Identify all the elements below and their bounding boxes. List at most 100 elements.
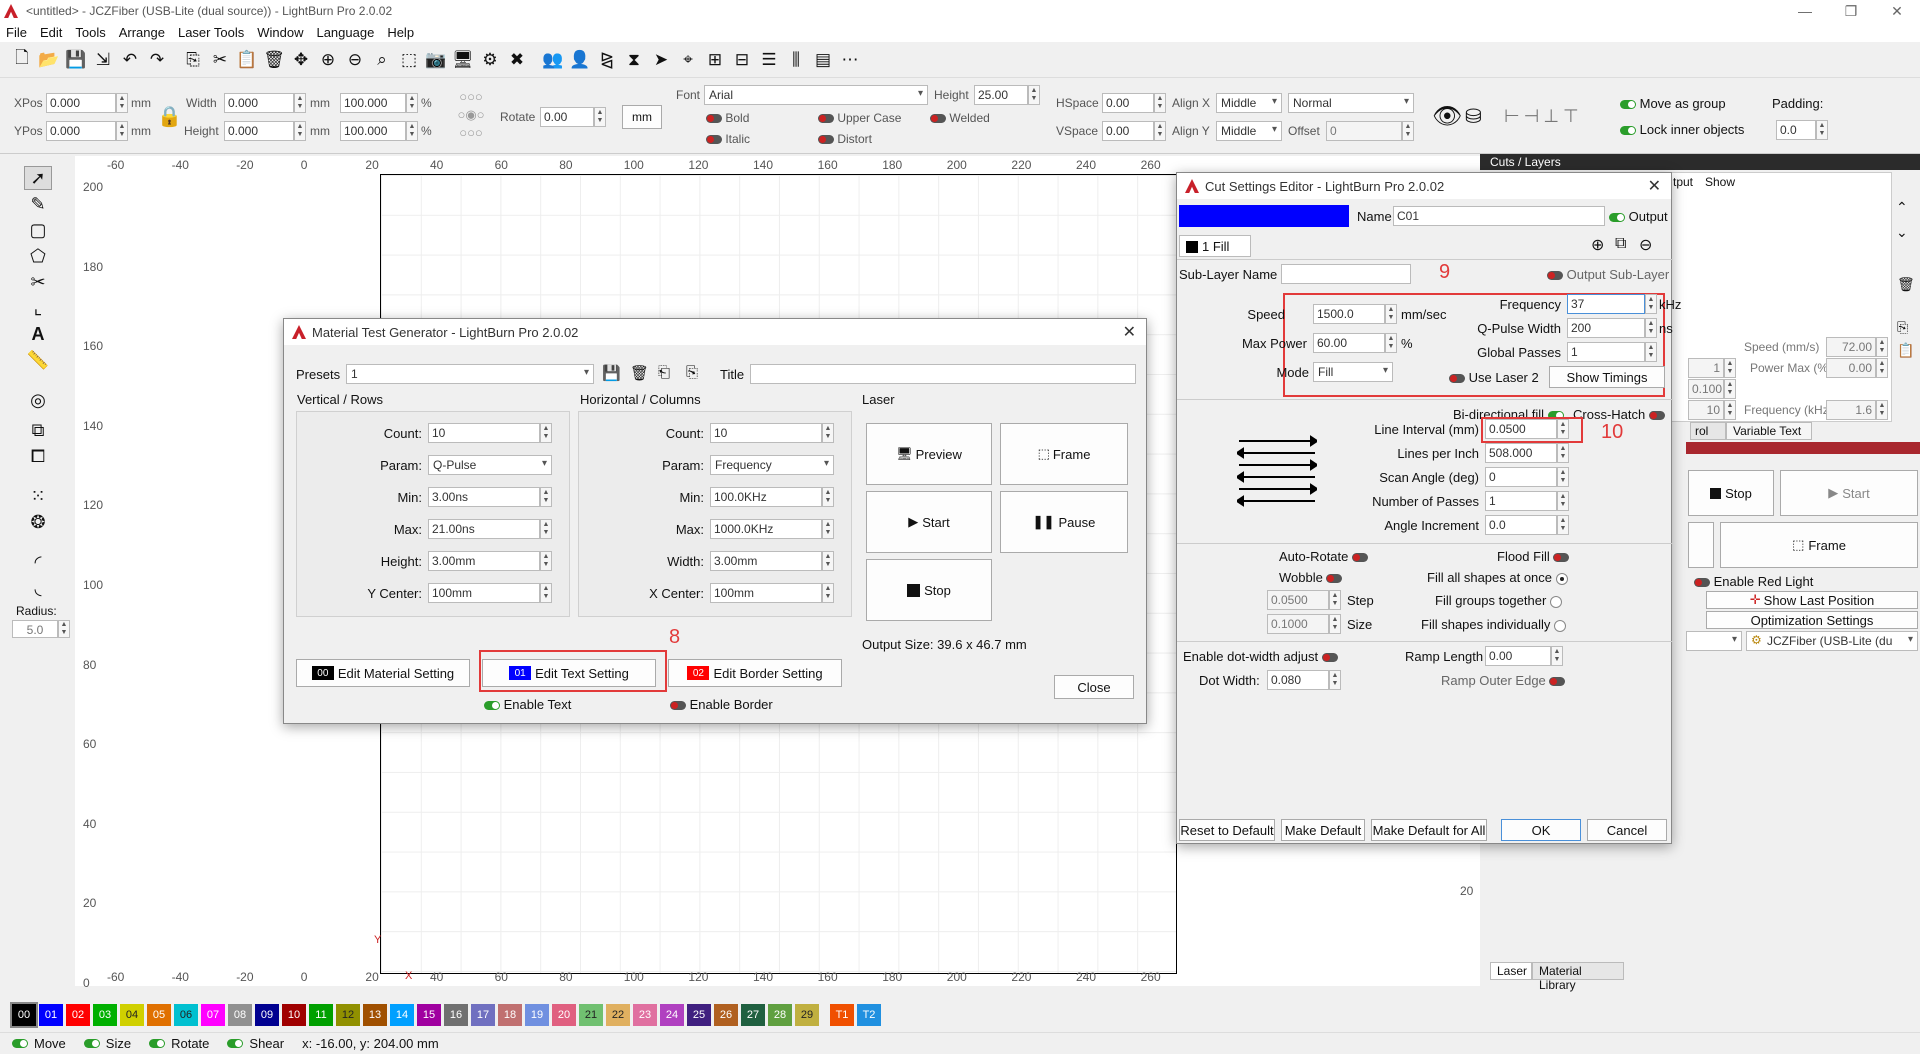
width-percent-input[interactable]: 100.000 xyxy=(340,93,406,113)
fill-all-shapes-radio[interactable]: Fill all shapes at once xyxy=(1427,570,1568,585)
palette-swatch-07[interactable]: 07 xyxy=(201,1004,225,1026)
anchor-grid-icon[interactable]: ○○○ ○◉○ ○○○ xyxy=(448,88,494,144)
ungroup-icon[interactable]: 👤 xyxy=(568,48,592,72)
settings-icon[interactable]: ⚙ xyxy=(478,48,502,72)
wobble-size-input[interactable]: 0.1000 xyxy=(1267,614,1329,634)
port-dropdown[interactable] xyxy=(1686,631,1742,651)
cancel-button[interactable]: Cancel xyxy=(1587,819,1667,841)
frequency-spinner[interactable]: ▲ ▼ xyxy=(1645,294,1657,314)
rows-param-dropdown[interactable]: Q-Pulse xyxy=(428,455,552,475)
maximize-button[interactable]: ❐ xyxy=(1828,0,1874,22)
width-input[interactable]: 0.000 xyxy=(224,93,294,113)
paste-layer-icon[interactable]: 📋 xyxy=(1897,342,1914,359)
laser-aux-button[interactable] xyxy=(1688,522,1714,568)
lock-icon[interactable]: 🔒 xyxy=(157,104,182,129)
sublayer-name-input[interactable] xyxy=(1281,264,1411,284)
hspace-spinner[interactable]: ▲ ▼ xyxy=(1154,93,1166,113)
unit-toggle-button[interactable]: mm xyxy=(622,105,662,129)
enable-text-toggle[interactable]: Enable Text xyxy=(484,697,571,712)
distort-toggle[interactable]: Distort xyxy=(818,132,872,146)
paste-icon[interactable]: 📋 xyxy=(235,48,259,72)
italic-toggle[interactable]: Italic xyxy=(706,132,750,146)
uppercase-toggle[interactable]: Upper Case xyxy=(818,111,901,125)
presets-dropdown[interactable]: 1 xyxy=(346,364,594,384)
height-input[interactable]: 0.000 xyxy=(224,121,294,141)
mirror-h-icon[interactable]: ⧎ xyxy=(595,48,619,72)
import-preset-icon[interactable]: ⎗ xyxy=(658,364,670,381)
rows-max-spinner[interactable]: ▲ ▼ xyxy=(540,519,552,539)
font-height-spinner[interactable]: ▲ ▼ xyxy=(1028,85,1040,105)
npasses-input[interactable]: 1 xyxy=(1485,491,1557,511)
palette-swatch-14[interactable]: 14 xyxy=(390,1004,414,1026)
fill-groups-radio[interactable]: Fill groups together xyxy=(1435,593,1562,608)
pen-tool-icon[interactable]: ✎ xyxy=(24,192,52,216)
zoom-out-icon[interactable]: ⊖ xyxy=(343,48,367,72)
speed-spinner[interactable]: ▲ ▼ xyxy=(1385,304,1397,324)
offset-input[interactable]: 0 xyxy=(1326,121,1402,141)
tab-laser-control[interactable]: rol xyxy=(1690,422,1726,440)
boolean-union-icon[interactable]: ⧉ xyxy=(24,418,52,442)
red-light-toggle[interactable]: Enable Red Light xyxy=(1694,574,1813,589)
welded-toggle[interactable]: Welded xyxy=(930,111,990,125)
palette-swatch-15[interactable]: 15 xyxy=(417,1004,441,1026)
hspace-input[interactable]: 0.00 xyxy=(1102,93,1154,113)
preview-button[interactable]: 🖥 Preview xyxy=(866,423,992,485)
save-preset-icon[interactable]: 💾 xyxy=(602,364,621,382)
palette-swatch-13[interactable]: 13 xyxy=(363,1004,387,1026)
menu-edit[interactable]: Edit xyxy=(40,25,62,40)
menu-arrange[interactable]: Arrange xyxy=(119,25,165,40)
tab-material-library[interactable]: Material Library xyxy=(1532,962,1624,992)
palette-swatch-26[interactable]: 26 xyxy=(714,1004,738,1026)
layer-color-swatch[interactable] xyxy=(1179,205,1349,227)
lpi-input[interactable]: 508.000 xyxy=(1485,443,1557,463)
palette-swatch-21[interactable]: 21 xyxy=(579,1004,603,1026)
cols-min-input[interactable]: 100.0KHz xyxy=(710,487,822,507)
cols-param-dropdown[interactable]: Frequency xyxy=(710,455,834,475)
speed-spinner[interactable]: ▲ ▼ xyxy=(1876,337,1888,357)
palette-swatch-09[interactable]: 09 xyxy=(255,1004,279,1026)
zoom-selection-icon[interactable]: ⬚ xyxy=(397,48,421,72)
menu-window[interactable]: Window xyxy=(257,25,303,40)
zoom-in-icon[interactable]: ⊕ xyxy=(316,48,340,72)
rows-ycenter-input[interactable]: 100mm xyxy=(428,583,540,603)
select-tool-icon[interactable]: ➚ xyxy=(24,166,52,190)
xpos-input[interactable]: 0.000 xyxy=(46,93,116,113)
palette-swatch-29[interactable]: 29 xyxy=(795,1004,819,1026)
padding-spinner[interactable]: ▲ ▼ xyxy=(1816,120,1828,140)
wobble-size-spinner[interactable]: ▲ ▼ xyxy=(1329,614,1341,634)
zoom-fit-icon[interactable]: ⌕ xyxy=(370,48,394,72)
group-icon[interactable]: 👥 xyxy=(541,48,565,72)
cols-xcenter-input[interactable]: 100mm xyxy=(710,583,822,603)
scan-input[interactable]: 0 xyxy=(1485,467,1557,487)
offset-spinner[interactable]: ▲ ▼ xyxy=(1402,121,1414,141)
pause-button[interactable]: ❚❚ Pause xyxy=(1000,491,1128,553)
monitor-icon[interactable]: 🖥 xyxy=(451,48,475,72)
move-as-group-toggle[interactable]: Move as group xyxy=(1620,96,1726,111)
menu-language[interactable]: Language xyxy=(316,25,374,40)
target-icon[interactable]: ⌖ xyxy=(676,48,700,72)
layer-value-2[interactable]: 0.100 xyxy=(1688,379,1724,399)
aligny-dropdown[interactable]: Middle xyxy=(1216,121,1282,141)
laser-start-button[interactable]: ▶ Start xyxy=(1780,470,1918,516)
cols-max-spinner[interactable]: ▲ ▼ xyxy=(822,519,834,539)
palette-swatch-19[interactable]: 19 xyxy=(525,1004,549,1026)
measure-tool-icon[interactable]: 📏 xyxy=(24,348,52,372)
freq-field[interactable]: 1.6 xyxy=(1826,400,1876,420)
height-spinner[interactable]: ▲ ▼ xyxy=(294,121,306,141)
align-icon[interactable]: ⊞ xyxy=(703,48,727,72)
duplicate-sublayer-icon[interactable]: ⧉ xyxy=(1615,235,1626,253)
freq-spinner[interactable]: ▲ ▼ xyxy=(1876,400,1888,420)
dot-width-input[interactable]: 0.080 xyxy=(1267,670,1329,690)
circular-array-icon[interactable]: ❂ xyxy=(24,510,52,534)
rows-height-spinner[interactable]: ▲ ▼ xyxy=(540,551,552,571)
menu-file[interactable]: File xyxy=(6,25,27,40)
palette-swatch-28[interactable]: 28 xyxy=(768,1004,792,1026)
palette-swatch-11[interactable]: 11 xyxy=(309,1004,333,1026)
tab-laser[interactable]: Laser xyxy=(1490,962,1532,980)
layer-value-1[interactable]: 1 xyxy=(1688,358,1724,378)
title-input[interactable] xyxy=(750,364,1136,384)
ramp-length-spinner[interactable]: ▲ ▼ xyxy=(1551,646,1563,666)
make-default-button[interactable]: Make Default xyxy=(1281,819,1365,841)
edit-border-setting-button[interactable]: 02 Edit Border Setting xyxy=(668,659,842,687)
add-sublayer-icon[interactable]: ⊕ xyxy=(1591,235,1604,255)
